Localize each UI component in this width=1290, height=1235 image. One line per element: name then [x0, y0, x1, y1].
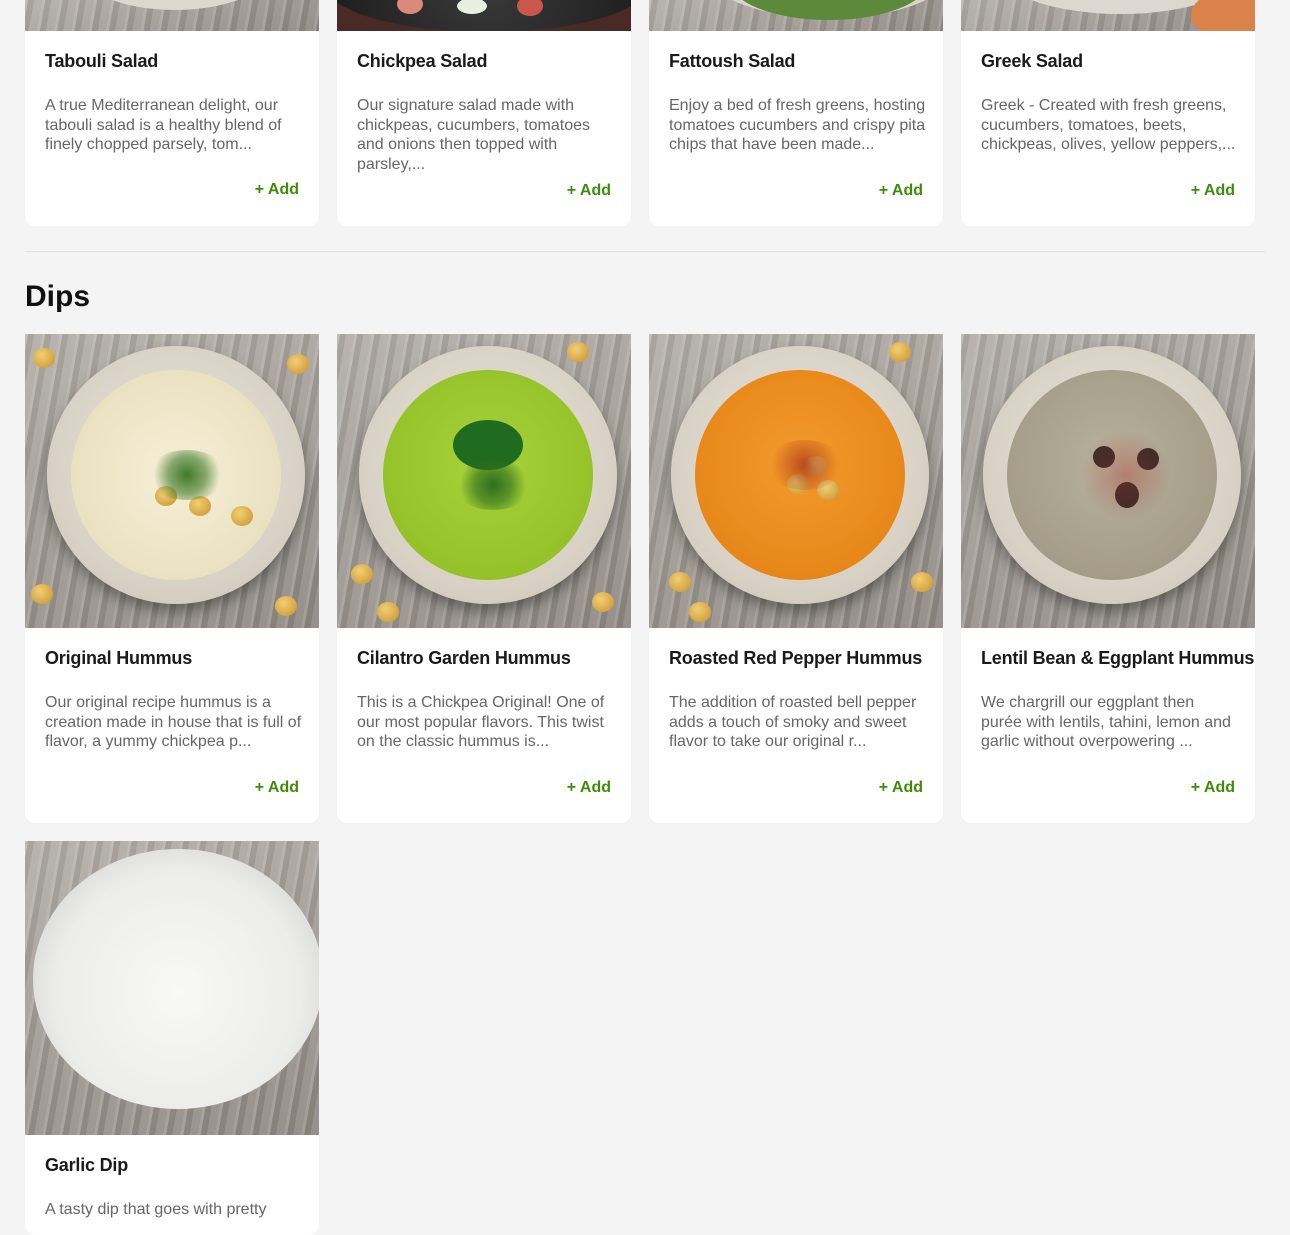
section-title-dips: Dips [25, 280, 91, 313]
menu-item-card[interactable]: Tabouli Salad A true Mediterranean delig… [25, 0, 319, 226]
roasted-red-pepper-hummus-image [649, 334, 943, 628]
add-button[interactable]: + Add [1191, 779, 1235, 797]
item-description: We chargrill our eggplant then purée wit… [981, 694, 1231, 750]
add-button[interactable]: + Add [879, 779, 923, 797]
menu-item-card[interactable]: Garlic Dip A tasty dip that goes with pr… [25, 841, 319, 1235]
menu-item-card[interactable]: Greek Salad Greek - Created with fresh g… [961, 0, 1255, 226]
greek-salad-image [961, 0, 1255, 31]
add-button[interactable]: + Add [879, 182, 923, 200]
add-button[interactable]: + Add [567, 779, 611, 797]
item-title: Tabouli Salad [45, 51, 159, 71]
menu-item-card[interactable]: Lentil Bean & Eggplant Hummus We chargri… [961, 334, 1255, 823]
item-description: A tasty dip that goes with pretty [45, 1201, 267, 1218]
original-hummus-image [25, 334, 319, 628]
tabouli-salad-image [25, 0, 319, 31]
item-title: Greek Salad [981, 51, 1083, 71]
menu-item-card[interactable]: Fattoush Salad Enjoy a bed of fresh gree… [649, 0, 943, 226]
item-title: Chickpea Salad [357, 51, 488, 71]
item-description: A true Mediterranean delight, our taboul… [45, 97, 282, 153]
dips-grid-row-2: Garlic Dip A tasty dip that goes with pr… [25, 841, 1265, 1235]
cilantro-garden-hummus-image [337, 334, 631, 628]
item-description: This is a Chickpea Original! One of our … [357, 694, 605, 750]
item-description: Our signature salad made with chickpeas,… [357, 97, 590, 173]
add-button[interactable]: + Add [255, 181, 299, 199]
item-description: Greek - Created with fresh greens, cucum… [981, 97, 1236, 153]
section-divider [25, 251, 1265, 252]
menu-content: Tabouli Salad A true Mediterranean delig… [25, 0, 1265, 1235]
lentil-bean-eggplant-hummus-image [961, 334, 1255, 628]
garlic-dip-image [25, 841, 319, 1135]
menu-item-card[interactable]: Chickpea Salad Our signature salad made … [337, 0, 631, 226]
menu-item-card[interactable]: Cilantro Garden Hummus This is a Chickpe… [337, 334, 631, 823]
item-title: Cilantro Garden Hummus [357, 648, 571, 668]
item-title: Garlic Dip [45, 1155, 129, 1175]
item-title: Lentil Bean & Eggplant Hummus [981, 648, 1255, 668]
item-title: Fattoush Salad [669, 51, 796, 71]
chickpea-salad-image [337, 0, 631, 31]
salads-grid: Tabouli Salad A true Mediterranean delig… [25, 0, 1265, 226]
add-button[interactable]: + Add [255, 779, 299, 797]
dips-grid: Original Hummus Our original recipe humm… [25, 334, 1265, 823]
fattoush-salad-image [649, 0, 943, 31]
item-description: The addition of roasted bell pepper adds… [669, 694, 917, 750]
item-title: Roasted Red Pepper Hummus [669, 648, 923, 668]
menu-item-card[interactable]: Original Hummus Our original recipe humm… [25, 334, 319, 823]
item-title: Original Hummus [45, 648, 193, 668]
item-description: Our original recipe hummus is a creation… [45, 694, 302, 750]
menu-item-card[interactable]: Roasted Red Pepper Hummus The addition o… [649, 334, 943, 823]
item-description: Enjoy a bed of fresh greens, hosting tom… [669, 97, 926, 153]
add-button[interactable]: + Add [567, 182, 611, 200]
add-button[interactable]: + Add [1191, 182, 1235, 200]
